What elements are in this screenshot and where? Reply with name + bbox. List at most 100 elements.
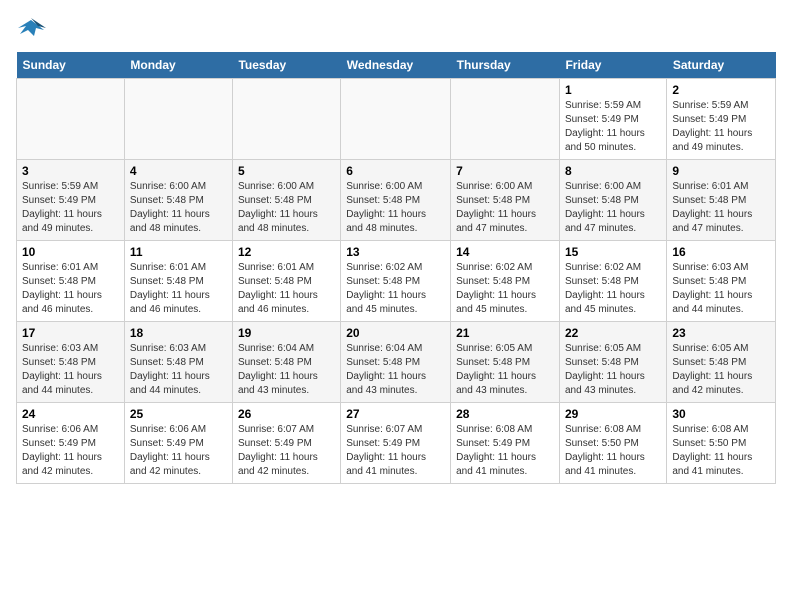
day-number: 18 bbox=[130, 326, 227, 340]
day-number: 20 bbox=[346, 326, 445, 340]
day-info: Sunrise: 6:06 AM Sunset: 5:49 PM Dayligh… bbox=[22, 423, 119, 479]
calendar-cell: 9 Sunrise: 6:01 AM Sunset: 5:48 PM Daylig… bbox=[667, 160, 776, 241]
day-number: 24 bbox=[22, 407, 119, 421]
day-info: Sunrise: 6:03 AM Sunset: 5:48 PM Dayligh… bbox=[22, 342, 119, 398]
day-number: 25 bbox=[130, 407, 227, 421]
calendar-cell: 7 Sunrise: 6:00 AM Sunset: 5:48 PM Daylig… bbox=[451, 160, 560, 241]
calendar-cell: 29 Sunrise: 6:08 AM Sunset: 5:50 PM Dayli… bbox=[559, 403, 666, 484]
day-info: Sunrise: 6:00 AM Sunset: 5:48 PM Dayligh… bbox=[238, 180, 335, 236]
day-number: 4 bbox=[130, 164, 227, 178]
calendar-cell: 13 Sunrise: 6:02 AM Sunset: 5:48 PM Dayli… bbox=[341, 241, 451, 322]
day-info: Sunrise: 6:07 AM Sunset: 5:49 PM Dayligh… bbox=[346, 423, 445, 479]
day-number: 26 bbox=[238, 407, 335, 421]
calendar-cell: 12 Sunrise: 6:01 AM Sunset: 5:48 PM Dayli… bbox=[232, 241, 340, 322]
calendar-cell: 24 Sunrise: 6:06 AM Sunset: 5:49 PM Dayli… bbox=[17, 403, 125, 484]
calendar-cell: 19 Sunrise: 6:04 AM Sunset: 5:48 PM Dayli… bbox=[232, 322, 340, 403]
day-info: Sunrise: 6:02 AM Sunset: 5:48 PM Dayligh… bbox=[456, 261, 554, 317]
calendar-cell: 11 Sunrise: 6:01 AM Sunset: 5:48 PM Dayli… bbox=[124, 241, 232, 322]
calendar-cell: 17 Sunrise: 6:03 AM Sunset: 5:48 PM Dayli… bbox=[17, 322, 125, 403]
day-number: 15 bbox=[565, 245, 661, 259]
weekday-header: Saturday bbox=[667, 52, 776, 79]
calendar-cell: 1 Sunrise: 5:59 AM Sunset: 5:49 PM Daylig… bbox=[559, 79, 666, 160]
calendar-cell: 30 Sunrise: 6:08 AM Sunset: 5:50 PM Dayli… bbox=[667, 403, 776, 484]
calendar-cell: 4 Sunrise: 6:00 AM Sunset: 5:48 PM Daylig… bbox=[124, 160, 232, 241]
page-header bbox=[16, 16, 776, 40]
day-info: Sunrise: 6:01 AM Sunset: 5:48 PM Dayligh… bbox=[672, 180, 770, 236]
calendar-cell: 10 Sunrise: 6:01 AM Sunset: 5:48 PM Dayli… bbox=[17, 241, 125, 322]
day-number: 10 bbox=[22, 245, 119, 259]
calendar-cell: 21 Sunrise: 6:05 AM Sunset: 5:48 PM Dayli… bbox=[451, 322, 560, 403]
calendar-cell: 14 Sunrise: 6:02 AM Sunset: 5:48 PM Dayli… bbox=[451, 241, 560, 322]
day-number: 16 bbox=[672, 245, 770, 259]
day-number: 13 bbox=[346, 245, 445, 259]
weekday-header: Friday bbox=[559, 52, 666, 79]
day-info: Sunrise: 6:00 AM Sunset: 5:48 PM Dayligh… bbox=[130, 180, 227, 236]
day-number: 1 bbox=[565, 83, 661, 97]
day-info: Sunrise: 6:07 AM Sunset: 5:49 PM Dayligh… bbox=[238, 423, 335, 479]
calendar-cell: 23 Sunrise: 6:05 AM Sunset: 5:48 PM Dayli… bbox=[667, 322, 776, 403]
day-number: 19 bbox=[238, 326, 335, 340]
day-info: Sunrise: 6:00 AM Sunset: 5:48 PM Dayligh… bbox=[565, 180, 661, 236]
calendar-cell: 15Sunrise: 6:02 AM Sunset: 5:48 PM Dayli… bbox=[559, 241, 666, 322]
calendar-cell: 22 Sunrise: 6:05 AM Sunset: 5:48 PM Dayli… bbox=[559, 322, 666, 403]
day-info: Sunrise: 6:08 AM Sunset: 5:50 PM Dayligh… bbox=[565, 423, 661, 479]
day-number: 7 bbox=[456, 164, 554, 178]
day-info: Sunrise: 6:00 AM Sunset: 5:48 PM Dayligh… bbox=[346, 180, 445, 236]
calendar-cell bbox=[451, 79, 560, 160]
calendar-cell: 26 Sunrise: 6:07 AM Sunset: 5:49 PM Dayli… bbox=[232, 403, 340, 484]
day-info: Sunrise: 6:05 AM Sunset: 5:48 PM Dayligh… bbox=[565, 342, 661, 398]
day-number: 28 bbox=[456, 407, 554, 421]
day-number: 9 bbox=[672, 164, 770, 178]
day-info: Sunrise: 6:01 AM Sunset: 5:48 PM Dayligh… bbox=[22, 261, 119, 317]
day-number: 21 bbox=[456, 326, 554, 340]
day-info: Sunrise: 5:59 AM Sunset: 5:49 PM Dayligh… bbox=[22, 180, 119, 236]
day-info: Sunrise: 6:04 AM Sunset: 5:48 PM Dayligh… bbox=[238, 342, 335, 398]
weekday-header: Tuesday bbox=[232, 52, 340, 79]
day-info: Sunrise: 6:04 AM Sunset: 5:48 PM Dayligh… bbox=[346, 342, 445, 398]
calendar-cell: 16Sunrise: 6:03 AM Sunset: 5:48 PM Dayli… bbox=[667, 241, 776, 322]
day-number: 23 bbox=[672, 326, 770, 340]
weekday-header: Sunday bbox=[17, 52, 125, 79]
day-number: 22 bbox=[565, 326, 661, 340]
day-number: 5 bbox=[238, 164, 335, 178]
day-info: Sunrise: 6:06 AM Sunset: 5:49 PM Dayligh… bbox=[130, 423, 227, 479]
day-info: Sunrise: 6:01 AM Sunset: 5:48 PM Dayligh… bbox=[238, 261, 335, 317]
day-number: 2 bbox=[672, 83, 770, 97]
day-number: 27 bbox=[346, 407, 445, 421]
calendar-cell: 28 Sunrise: 6:08 AM Sunset: 5:49 PM Dayli… bbox=[451, 403, 560, 484]
day-info: Sunrise: 6:02 AM Sunset: 5:48 PM Dayligh… bbox=[346, 261, 445, 317]
day-number: 14 bbox=[456, 245, 554, 259]
day-number: 6 bbox=[346, 164, 445, 178]
calendar-cell: 6 Sunrise: 6:00 AM Sunset: 5:48 PM Daylig… bbox=[341, 160, 451, 241]
calendar-cell bbox=[341, 79, 451, 160]
calendar-table: SundayMondayTuesdayWednesdayThursdayFrid… bbox=[16, 52, 776, 484]
day-info: Sunrise: 6:05 AM Sunset: 5:48 PM Dayligh… bbox=[456, 342, 554, 398]
weekday-header: Monday bbox=[124, 52, 232, 79]
day-info: Sunrise: 6:01 AM Sunset: 5:48 PM Dayligh… bbox=[130, 261, 227, 317]
day-number: 12 bbox=[238, 245, 335, 259]
day-number: 8 bbox=[565, 164, 661, 178]
calendar-cell: 18Sunrise: 6:03 AM Sunset: 5:48 PM Dayli… bbox=[124, 322, 232, 403]
day-info: Sunrise: 6:00 AM Sunset: 5:48 PM Dayligh… bbox=[456, 180, 554, 236]
logo-icon bbox=[16, 16, 46, 40]
calendar-cell bbox=[124, 79, 232, 160]
calendar-cell bbox=[232, 79, 340, 160]
day-number: 29 bbox=[565, 407, 661, 421]
day-number: 17 bbox=[22, 326, 119, 340]
logo bbox=[16, 16, 50, 40]
day-info: Sunrise: 6:05 AM Sunset: 5:48 PM Dayligh… bbox=[672, 342, 770, 398]
day-info: Sunrise: 6:08 AM Sunset: 5:50 PM Dayligh… bbox=[672, 423, 770, 479]
calendar-cell: 25 Sunrise: 6:06 AM Sunset: 5:49 PM Dayli… bbox=[124, 403, 232, 484]
day-info: Sunrise: 6:08 AM Sunset: 5:49 PM Dayligh… bbox=[456, 423, 554, 479]
day-info: Sunrise: 5:59 AM Sunset: 5:49 PM Dayligh… bbox=[672, 99, 770, 155]
calendar-cell: 3 Sunrise: 5:59 AM Sunset: 5:49 PM Daylig… bbox=[17, 160, 125, 241]
calendar-cell: 5 Sunrise: 6:00 AM Sunset: 5:48 PM Daylig… bbox=[232, 160, 340, 241]
day-number: 30 bbox=[672, 407, 770, 421]
weekday-header: Wednesday bbox=[341, 52, 451, 79]
day-number: 3 bbox=[22, 164, 119, 178]
calendar-cell: 8 Sunrise: 6:00 AM Sunset: 5:48 PM Daylig… bbox=[559, 160, 666, 241]
calendar-cell: 27 Sunrise: 6:07 AM Sunset: 5:49 PM Dayli… bbox=[341, 403, 451, 484]
day-info: Sunrise: 5:59 AM Sunset: 5:49 PM Dayligh… bbox=[565, 99, 661, 155]
day-number: 11 bbox=[130, 245, 227, 259]
calendar-cell: 2 Sunrise: 5:59 AM Sunset: 5:49 PM Daylig… bbox=[667, 79, 776, 160]
